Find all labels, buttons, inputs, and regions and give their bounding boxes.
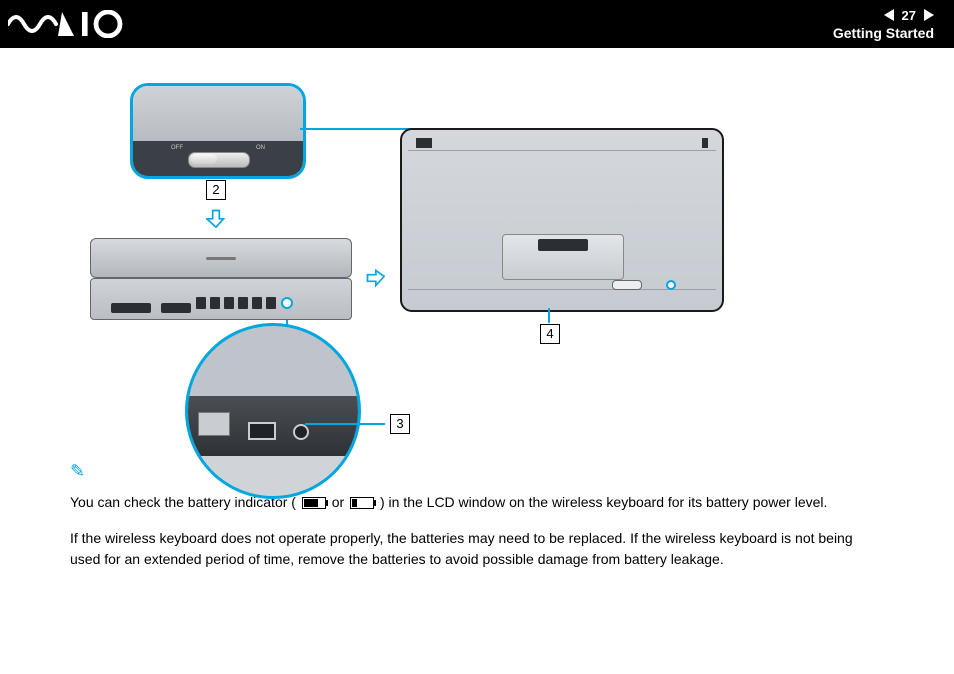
switch-on-label: ON — [256, 145, 265, 151]
arrow-down-icon — [206, 208, 226, 228]
page-number: 27 — [902, 8, 916, 23]
vaio-logo — [8, 10, 128, 38]
power-switch-closeup: OFF ON — [130, 83, 306, 179]
page-header: 27 Getting Started — [0, 0, 954, 48]
keyboard-back — [400, 128, 724, 312]
power-switch-icon — [188, 152, 250, 168]
keyboard-station-side — [90, 238, 350, 328]
arrow-right-icon — [365, 268, 385, 288]
page-nav: 27 — [884, 8, 934, 23]
ports-closeup — [185, 323, 361, 499]
section-title: Getting Started — [833, 25, 934, 41]
callout-4: 4 — [540, 324, 560, 344]
battery-low-icon — [350, 497, 374, 509]
prev-page-icon[interactable] — [884, 9, 894, 21]
diagram: OFF ON 2 — [70, 68, 850, 448]
body-paragraph: If the wireless keyboard does not operat… — [70, 528, 884, 571]
callout-2: 2 — [206, 180, 226, 200]
next-page-icon[interactable] — [924, 9, 934, 21]
note-icon: ✎ — [70, 458, 85, 486]
callout-3: 3 — [390, 414, 410, 434]
switch-off-label: OFF — [171, 145, 183, 151]
battery-full-icon — [302, 497, 326, 509]
